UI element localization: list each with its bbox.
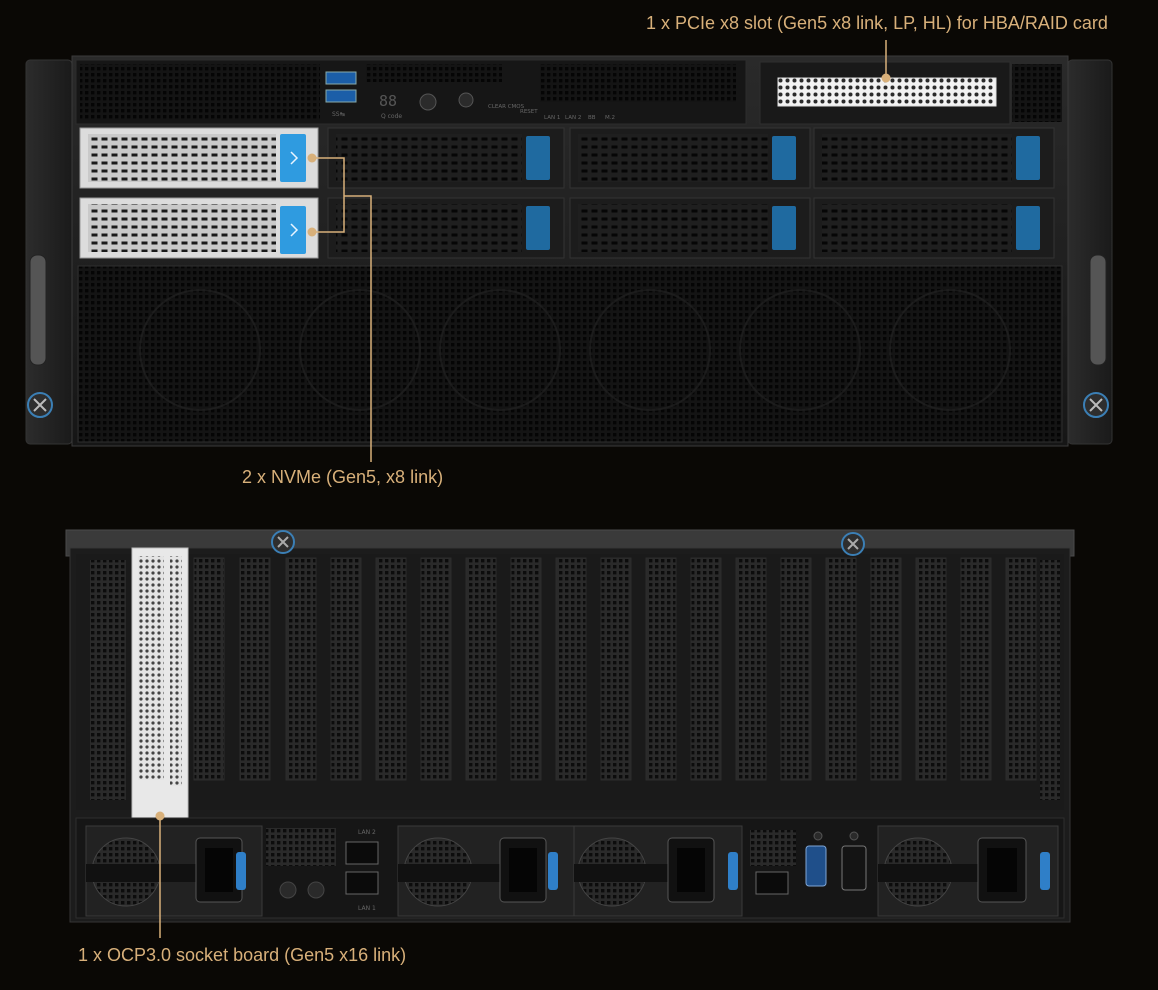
drive-bay[interactable] [813, 127, 1055, 189]
drive-bay[interactable] [327, 197, 565, 259]
right-handle [1089, 254, 1107, 366]
led-label: M.2 [605, 115, 615, 121]
lan1-label: LAN 1 [358, 905, 376, 912]
power-supply [397, 825, 575, 917]
right-rack-ear [1067, 59, 1113, 445]
nvme-drive-bay[interactable] [79, 127, 319, 189]
reset-label: RESET [520, 109, 538, 115]
thumbscrew-icon [841, 532, 865, 556]
left-rack-ear [25, 59, 73, 445]
drive-latch[interactable] [280, 134, 306, 182]
thumbscrew-icon [1083, 392, 1109, 418]
drive-bay[interactable] [569, 197, 811, 259]
drive-bay[interactable] [327, 127, 565, 189]
drive-latch[interactable] [280, 206, 306, 254]
id-button[interactable] [458, 92, 474, 108]
vga-port[interactable] [805, 845, 827, 887]
bmc-lan-port[interactable] [755, 871, 789, 895]
led-label: BB [588, 115, 596, 121]
lan2-label: LAN 2 [358, 829, 376, 836]
serial-port[interactable] [841, 845, 867, 891]
lan-port-1[interactable] [345, 871, 379, 895]
qcode-label: Q code [381, 113, 402, 120]
power-supply [573, 825, 743, 917]
thumbscrew-icon [27, 392, 53, 418]
led-label: LAN 2 [565, 115, 581, 121]
usb-port[interactable] [325, 71, 357, 85]
server-illustration: SS↹ 88 Q code CLEAR CMOS RESET LAN 1 LAN… [25, 40, 1113, 938]
power-supply [85, 825, 263, 917]
left-handle [29, 254, 47, 366]
qcode-display: 88 [379, 92, 397, 110]
usb-label: SS↹ [332, 111, 345, 118]
usb-port[interactable] [325, 89, 357, 103]
lan-port-2[interactable] [345, 841, 379, 865]
power-supply [877, 825, 1059, 917]
drive-bay[interactable] [569, 127, 811, 189]
rear-chassis: LAN 2 LAN 1 [65, 529, 1075, 923]
front-chassis: SS↹ 88 Q code CLEAR CMOS RESET LAN 1 LAN… [25, 55, 1113, 447]
thumbscrew-icon [271, 530, 295, 554]
front-fan-grill [77, 265, 1063, 443]
drive-bay[interactable] [813, 197, 1055, 259]
nvme-drive-bay[interactable] [79, 197, 319, 259]
power-button[interactable] [419, 93, 437, 111]
led-label: LAN 1 [544, 115, 560, 121]
